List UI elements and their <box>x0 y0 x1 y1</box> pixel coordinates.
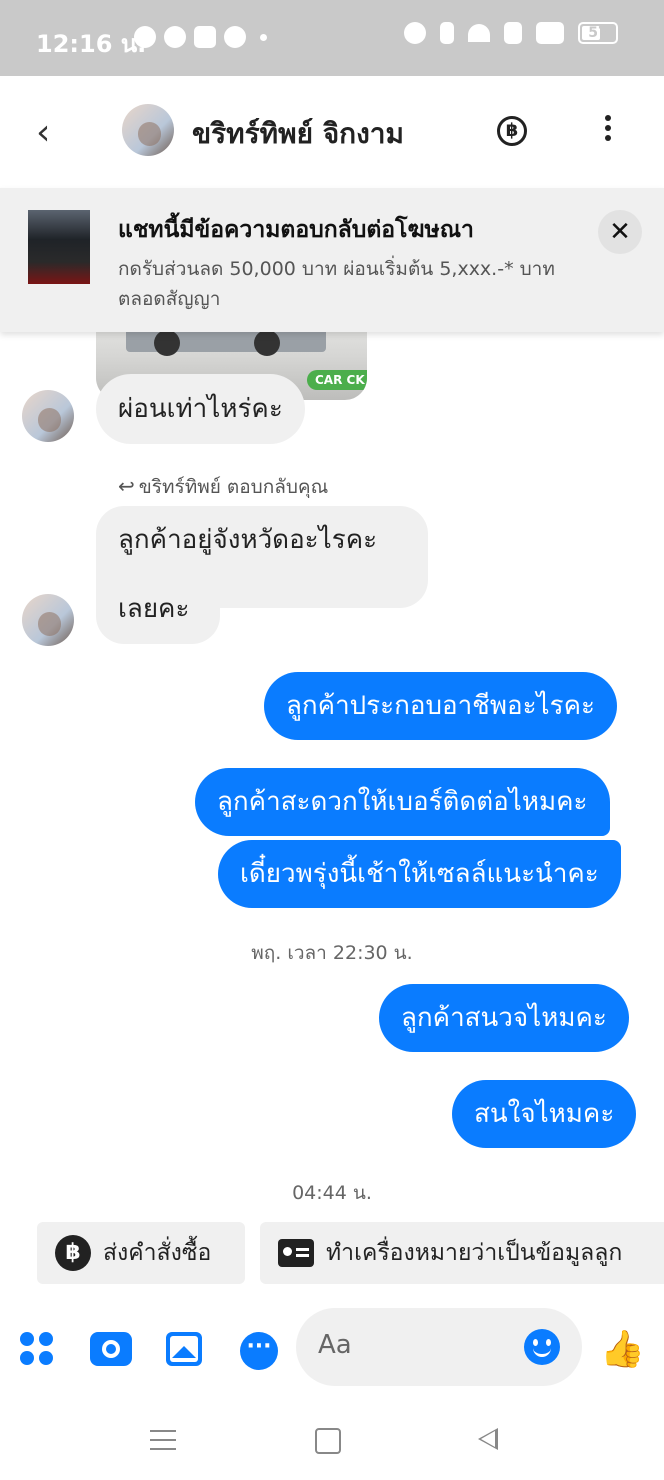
composer-bar: ··· Aa 👍 <box>0 1296 664 1400</box>
car-wheel <box>254 332 280 356</box>
notification-icons <box>134 26 267 48</box>
home-icon[interactable] <box>315 1428 341 1454</box>
signal-icon <box>536 22 564 44</box>
camera-icon[interactable] <box>90 1332 132 1366</box>
mark-lead-chip[interactable]: ทำเครื่องหมายว่าเป็นข้อมูลลูก <box>260 1222 664 1284</box>
car-tag: CAR CK <box>307 370 367 390</box>
youtube-icon <box>194 26 216 48</box>
car-wheel <box>154 332 180 356</box>
send-order-chip[interactable]: ฿ ส่งคำสั่งซื้อ <box>37 1222 245 1284</box>
outgoing-message[interactable]: สนใจไหมคะ <box>452 1080 637 1148</box>
reply-note-text: ขริทร์ทิพย์ ตอบกลับคุณ <box>138 476 329 498</box>
ad-reply-banner[interactable]: แชทนี้มีข้อความตอบกลับต่อโฆษณา กดรับส่วน… <box>0 188 664 332</box>
chat-bubble-icon[interactable]: ··· <box>240 1332 278 1370</box>
timestamp: พฤ. เวลา 22:30 น. <box>251 942 413 964</box>
reply-arrow-icon: ↩ <box>118 474 135 498</box>
more-vertical-icon[interactable] <box>596 112 620 148</box>
reply-note: ↩ ขริทร์ทิพย์ ตอบกลับคุณ <box>118 472 328 502</box>
message-input-placeholder: Aa <box>318 1330 352 1360</box>
contact-avatar[interactable] <box>122 104 174 156</box>
send-order-label: ส่งคำสั่งซื้อ <box>103 1240 212 1266</box>
image-icon[interactable] <box>166 1332 202 1366</box>
incoming-message[interactable]: ผ่อนเท่าไหร่คะ <box>96 374 305 444</box>
alarm-icon <box>404 22 426 44</box>
sender-avatar[interactable] <box>22 390 74 442</box>
sender-avatar[interactable] <box>22 594 74 646</box>
incoming-message-continued[interactable]: เลยคะ <box>96 574 220 644</box>
ad-thumbnail <box>28 210 90 284</box>
apps-icon[interactable] <box>20 1332 54 1366</box>
status-bar: 12:16 น. 57 <box>0 0 664 76</box>
outgoing-message[interactable]: ลูกค้าประกอบอาชีพอะไรคะ <box>264 672 617 740</box>
baht-icon[interactable]: ฿ <box>497 116 527 146</box>
ad-banner-title: แชทนี้มีข้อความตอบกลับต่อโฆษณา <box>118 217 474 243</box>
outgoing-message[interactable]: เดี๋ยวพรุ่งนี้เช้าให้เซลล์แนะนำคะ <box>218 840 621 908</box>
status-time: 12:16 น. <box>36 30 147 58</box>
message-input[interactable]: Aa <box>296 1308 582 1386</box>
messenger-icon <box>134 26 156 48</box>
recent-apps-icon[interactable] <box>150 1430 176 1457</box>
outgoing-message[interactable]: ลูกค้าสะดวกให้เบอร์ติดต่อไหมคะ <box>195 768 610 836</box>
system-icons: 57 <box>404 22 618 44</box>
message-list[interactable]: CAR CK ผ่อนเท่าไหร่คะ ↩ ขริทร์ทิพย์ ตอบกล… <box>0 332 664 1222</box>
google-icon <box>224 26 246 48</box>
vibrate-icon <box>440 22 454 44</box>
baht-icon: ฿ <box>55 1235 91 1271</box>
more-notifications-icon <box>260 33 267 41</box>
battery-percent: 57 <box>588 25 608 41</box>
contact-card-icon <box>278 1239 314 1267</box>
outgoing-message[interactable]: ลูกค้าสนวจไหมคะ <box>379 984 629 1052</box>
battery-icon: 57 <box>578 22 618 44</box>
chat-header: ‹ ขริทร์ทิพย์ จิกงาม ฿ <box>0 76 664 186</box>
mark-lead-label: ทำเครื่องหมายว่าเป็นข้อมูลลูก <box>326 1240 623 1266</box>
quick-actions: ฿ ส่งคำสั่งซื้อ ทำเครื่องหมายว่าเป็นข้อม… <box>0 1222 664 1286</box>
thumbs-up-icon[interactable]: 👍 <box>600 1328 645 1370</box>
system-navigation-bar <box>0 1400 664 1480</box>
timestamp: 04:44 น. <box>292 1182 372 1204</box>
ad-banner-subtitle: กดรับส่วนลด 50,000 บาท ผ่อนเริ่มต้น 5,xx… <box>118 258 555 310</box>
close-icon[interactable]: ✕ <box>598 210 642 254</box>
emoji-icon[interactable] <box>524 1329 560 1365</box>
wifi-icon <box>468 24 490 42</box>
line-icon <box>164 26 186 48</box>
contact-name[interactable]: ขริทร์ทิพย์ จิกงาม <box>192 112 404 156</box>
back-icon[interactable] <box>478 1428 498 1450</box>
volte-icon <box>504 22 522 44</box>
chevron-left-icon[interactable]: ‹ <box>36 112 50 153</box>
